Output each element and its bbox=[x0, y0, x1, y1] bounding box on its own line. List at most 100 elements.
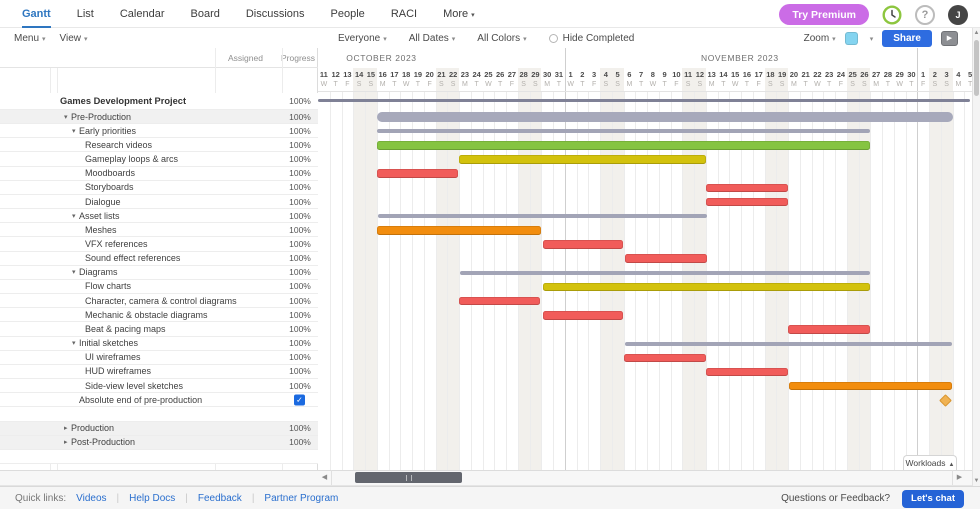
gantt-bar-sound-effect-references[interactable] bbox=[624, 254, 707, 263]
gantt-bar-storyboards[interactable] bbox=[705, 183, 788, 193]
task-row-diagrams[interactable]: ▾ Diagrams 100% bbox=[0, 265, 318, 280]
collapse-caret-icon[interactable]: ▾ bbox=[64, 113, 68, 121]
task-row-games-development-project[interactable]: Games Development Project 100% bbox=[0, 93, 318, 110]
nav-tab-more[interactable]: More ▾ bbox=[443, 0, 475, 28]
day-header-cell: 24 F bbox=[835, 69, 847, 91]
nav-tab-discussions[interactable]: Discussions bbox=[246, 0, 305, 28]
share-button[interactable]: Share bbox=[882, 29, 932, 47]
zoom-dropdown[interactable]: Zoom ▾ bbox=[804, 33, 836, 44]
collapse-caret-icon[interactable]: ▾ bbox=[72, 339, 76, 347]
nav-tab-people[interactable]: People bbox=[331, 0, 365, 28]
nav-tab-calendar[interactable]: Calendar bbox=[120, 0, 165, 28]
day-number: 26 bbox=[495, 70, 505, 79]
expand-caret-icon[interactable]: ▸ bbox=[64, 438, 68, 446]
gantt-bar-asset-lists[interactable] bbox=[377, 214, 707, 219]
task-row-initial-sketches[interactable]: ▾ Initial sketches 100% bbox=[0, 336, 318, 351]
all-dates-filter-dropdown[interactable]: All Dates ▾ bbox=[409, 33, 456, 44]
progress-value: 100% bbox=[289, 366, 311, 377]
task-row-side-view-level-sketches[interactable]: Side-view level sketches 100% bbox=[0, 379, 318, 394]
footer-link-feedback[interactable]: Feedback bbox=[198, 493, 242, 504]
task-row-absolute-end-of-pre-production[interactable]: Absolute end of pre-production ✓ bbox=[0, 393, 318, 408]
footer-link-videos[interactable]: Videos bbox=[76, 493, 106, 504]
menu-dropdown[interactable]: Menu ▾ bbox=[14, 33, 46, 44]
gantt-bar-research-videos[interactable] bbox=[376, 141, 871, 150]
milestone-complete-checkbox[interactable]: ✓ bbox=[294, 394, 305, 406]
gantt-bar-moodboards[interactable] bbox=[376, 169, 458, 178]
help-icon[interactable]: ? bbox=[915, 4, 935, 25]
hide-completed-toggle[interactable]: Hide Completed bbox=[548, 33, 634, 44]
task-row-pre-production[interactable]: ▾ Pre-Production 100% bbox=[0, 110, 318, 125]
task-row-early-priorities[interactable]: ▾ Early priorities 100% bbox=[0, 124, 318, 139]
day-number: 15 bbox=[366, 70, 376, 79]
task-row-mechanic-obstacle-diagrams[interactable]: Mechanic & obstacle diagrams 100% bbox=[0, 308, 318, 323]
gantt-bar-initial-sketches[interactable] bbox=[624, 341, 953, 346]
all-colors-filter-dropdown[interactable]: All Colors ▾ bbox=[477, 33, 526, 44]
task-row-research-videos[interactable]: Research videos 100% bbox=[0, 138, 318, 153]
present-export-icon[interactable]: ▶ bbox=[941, 30, 958, 46]
gantt-bar-character-camera-control-diagrams[interactable] bbox=[459, 296, 541, 306]
nav-tab-raci[interactable]: RACI bbox=[391, 0, 417, 28]
task-row-vfx-references[interactable]: VFX references 100% bbox=[0, 237, 318, 252]
day-number: 28 bbox=[519, 70, 528, 79]
gantt-bar-hud-wireframes[interactable] bbox=[705, 367, 788, 377]
day-number: 18 bbox=[766, 70, 775, 79]
gantt-bar-ui-wireframes[interactable] bbox=[623, 353, 706, 363]
gantt-bar-vfx-references[interactable] bbox=[543, 240, 624, 249]
scroll-left-arrow-icon[interactable]: ◀ bbox=[318, 470, 332, 485]
task-row-asset-lists[interactable]: ▾ Asset lists 100% bbox=[0, 209, 318, 224]
collapse-caret-icon[interactable]: ▾ bbox=[72, 212, 76, 220]
workloads-tab[interactable]: Workloads ▲ bbox=[903, 455, 957, 470]
gantt-bar-meshes[interactable] bbox=[376, 226, 542, 235]
day-number: 11 bbox=[684, 70, 693, 79]
gantt-bar-dialogue[interactable] bbox=[705, 197, 788, 207]
nav-tab-gantt[interactable]: Gantt bbox=[22, 0, 51, 28]
gantt-bar-mechanic-obstacle-diagrams[interactable] bbox=[543, 311, 624, 320]
task-row-dialogue[interactable]: Dialogue 100% bbox=[0, 194, 318, 210]
nav-tab-list[interactable]: List bbox=[77, 0, 94, 28]
everyone-filter-dropdown[interactable]: Everyone ▾ bbox=[338, 33, 387, 44]
avatar[interactable]: J bbox=[948, 4, 968, 25]
vertical-scrollbar-thumb[interactable] bbox=[974, 40, 979, 96]
collapse-caret-icon[interactable]: ▾ bbox=[72, 127, 76, 135]
task-row-meshes[interactable]: Meshes 100% bbox=[0, 223, 318, 238]
gantt-bar-side-view-level-sketches[interactable] bbox=[789, 381, 953, 391]
task-row-moodboards[interactable]: Moodboards 100% bbox=[0, 166, 318, 181]
gantt-bar-gameplay-loops-arcs[interactable] bbox=[459, 155, 706, 164]
day-number: 27 bbox=[507, 70, 517, 79]
lets-chat-button[interactable]: Let's chat bbox=[902, 489, 964, 508]
gantt-bar-pre-production[interactable] bbox=[376, 112, 953, 122]
progress-value: 100% bbox=[289, 139, 311, 150]
task-row-flow-charts[interactable]: Flow charts 100% bbox=[0, 279, 318, 295]
task-row-production[interactable]: ▸ Production 100% bbox=[0, 421, 318, 436]
expand-caret-icon[interactable]: ▸ bbox=[64, 424, 68, 432]
footer-link-partner-program[interactable]: Partner Program bbox=[264, 493, 338, 504]
gantt-bar-early-priorities[interactable] bbox=[376, 129, 871, 134]
task-row-storyboards[interactable]: Storyboards 100% bbox=[0, 180, 318, 195]
task-row-character-camera-control-diagrams[interactable]: Character, camera & control diagrams 100% bbox=[0, 294, 318, 309]
swatch-chevron[interactable]: ▾ bbox=[867, 33, 874, 44]
gantt-bar-beat-pacing-maps[interactable] bbox=[788, 325, 871, 334]
task-row-ui-wireframes[interactable]: UI wireframes 100% bbox=[0, 350, 318, 365]
task-row-sound-effect-references[interactable]: Sound effect references 100% bbox=[0, 251, 318, 266]
collapse-caret-icon[interactable]: ▾ bbox=[72, 268, 76, 276]
day-header-cell: 20 M bbox=[788, 69, 800, 91]
task-row-gameplay-loops-arcs[interactable]: Gameplay loops & arcs 100% bbox=[0, 152, 318, 167]
gantt-bar-diagrams[interactable] bbox=[459, 270, 871, 275]
footer-link-help-docs[interactable]: Help Docs bbox=[129, 493, 175, 504]
task-row-hud-wireframes[interactable]: HUD wireframes 100% bbox=[0, 364, 318, 380]
hide-completed-checkbox[interactable] bbox=[548, 33, 558, 43]
horizontal-scrollbar-thumb[interactable] bbox=[355, 472, 462, 483]
gantt-bar-games-development-project[interactable] bbox=[318, 98, 971, 102]
try-premium-button[interactable]: Try Premium bbox=[779, 4, 869, 25]
scroll-down-arrow-icon[interactable]: ▼ bbox=[973, 478, 980, 484]
task-row-post-production[interactable]: ▸ Post-Production 100% bbox=[0, 435, 318, 450]
task-row-beat-pacing-maps[interactable]: Beat & pacing maps 100% bbox=[0, 322, 318, 337]
scroll-up-arrow-icon[interactable]: ▲ bbox=[973, 30, 980, 36]
gantt-bar-flow-charts[interactable] bbox=[543, 282, 871, 292]
color-swatch-picker[interactable] bbox=[844, 31, 858, 45]
nav-tab-board[interactable]: Board bbox=[191, 0, 220, 28]
time-tracking-clock-icon[interactable] bbox=[882, 4, 902, 25]
day-header-cell: 3F bbox=[588, 69, 600, 91]
scroll-right-arrow-icon[interactable]: ▶ bbox=[952, 470, 966, 485]
view-dropdown[interactable]: View ▾ bbox=[60, 33, 88, 44]
